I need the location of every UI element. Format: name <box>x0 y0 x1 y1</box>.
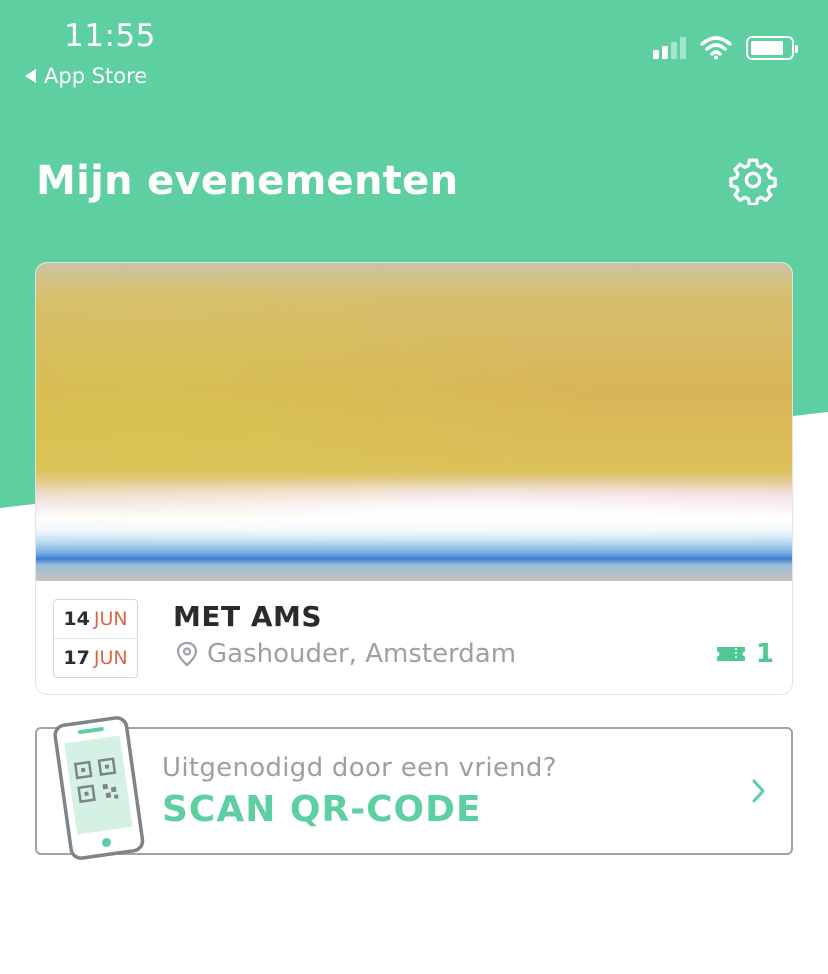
event-cover-image <box>36 263 792 581</box>
wifi-icon <box>700 36 732 60</box>
end-day: 17 <box>63 647 90 669</box>
ticket-count-value: 1 <box>755 639 774 669</box>
back-to-app-store-link[interactable]: App Store <box>25 64 147 88</box>
phone-qr-icon <box>53 716 145 860</box>
battery-icon <box>746 36 798 60</box>
scan-qr-title: SCAN QR-CODE <box>162 789 482 830</box>
event-name: MET AMS <box>173 600 323 633</box>
end-month: JUN <box>93 647 128 669</box>
status-time: 11:55 <box>64 18 156 54</box>
start-month: JUN <box>93 608 128 630</box>
event-card[interactable]: 14 JUN 17 JUN MET AMS Gashouder, Amsterd… <box>35 262 793 695</box>
chevron-right-icon <box>752 779 765 803</box>
event-date-box: 14 JUN 17 JUN <box>53 599 138 678</box>
back-arrow-icon <box>25 69 36 83</box>
scan-qr-card[interactable]: Uitgenodigd door een vriend? SCAN QR-COD… <box>35 716 793 860</box>
gear-icon <box>729 158 777 205</box>
location-pin-icon <box>176 641 198 667</box>
start-day: 14 <box>63 608 90 630</box>
event-location: Gashouder, Amsterdam <box>176 639 516 669</box>
status-icons <box>653 36 798 60</box>
page-title: Mijn evenementen <box>36 158 459 204</box>
settings-button[interactable] <box>726 153 780 207</box>
ticket-icon <box>716 647 745 661</box>
start-date: 14 JUN <box>54 600 137 638</box>
back-link-label: App Store <box>44 64 148 88</box>
cellular-signal-icon <box>653 37 686 59</box>
scan-subtitle: Uitgenodigd door een vriend? <box>162 753 557 783</box>
event-location-label: Gashouder, Amsterdam <box>207 639 517 669</box>
ticket-count: 1 <box>716 639 774 669</box>
end-date: 17 JUN <box>54 638 137 677</box>
